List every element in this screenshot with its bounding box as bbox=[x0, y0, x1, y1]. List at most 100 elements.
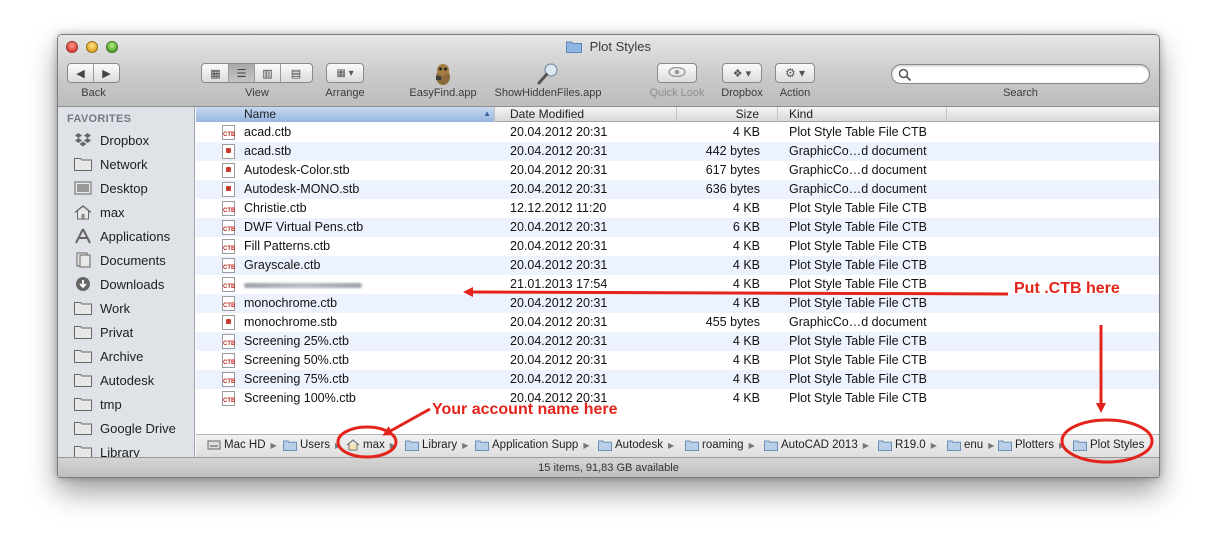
file-row[interactable]: CTB Screening 75%.ctb 20.04.2012 20:31 4 KB… bbox=[196, 370, 1159, 389]
coverflow-view-icon[interactable]: ▤ bbox=[281, 64, 311, 82]
file-row[interactable]: acad.stb 20.04.2012 20:31 442 bytes Graphic… bbox=[196, 142, 1159, 161]
file-size: 4 KB bbox=[732, 391, 760, 405]
sidebar-item-archive[interactable]: Archive bbox=[74, 344, 143, 368]
sidebar-item-dropbox[interactable]: Dropbox bbox=[74, 128, 149, 152]
file-row[interactable]: CTB Fill Patterns.ctb 20.04.2012 20:31 4 KB… bbox=[196, 237, 1159, 256]
sidebar-item-privat[interactable]: Privat bbox=[74, 320, 133, 344]
icon-view-icon[interactable]: ▦ bbox=[203, 64, 229, 82]
path-item-application-supp[interactable]: Application Supp ▶ bbox=[475, 439, 589, 451]
folder-icon bbox=[74, 444, 92, 458]
folder-icon bbox=[74, 324, 92, 340]
file-row[interactable]: CTB Screening 100%.ctb 20.04.2012 20:31 4 K… bbox=[196, 389, 1159, 408]
file-row[interactable]: Autodesk-MONO.stb 20.04.2012 20:31 636 byt… bbox=[196, 180, 1159, 199]
quick-look-button[interactable] bbox=[657, 63, 697, 83]
file-date: 20.04.2012 20:31 bbox=[510, 220, 608, 234]
file-date: 20.04.2012 20:31 bbox=[510, 315, 608, 329]
ctb-file-icon: CTB bbox=[222, 353, 235, 368]
applications-icon bbox=[74, 228, 92, 244]
column-date-header[interactable]: Date Modified bbox=[495, 107, 677, 122]
file-name: acad.ctb bbox=[244, 125, 292, 139]
sidebar-item-work[interactable]: Work bbox=[74, 296, 130, 320]
file-date: 20.04.2012 20:31 bbox=[510, 372, 608, 386]
file-name: Screening 75%.ctb bbox=[244, 372, 349, 386]
file-row[interactable]: CTB Christie.ctb 12.12.2012 11:20 4 KB Plot … bbox=[196, 199, 1159, 218]
path-bar: Mac HD ▶ Users ▶ max ▶ Library ▶ Application Sup… bbox=[196, 434, 1159, 457]
file-row[interactable]: CTB Screening 50%.ctb 20.04.2012 20:31 4 KB… bbox=[196, 351, 1159, 370]
file-row[interactable]: CTB acad.ctb 20.04.2012 20:31 4 KB Plot Styl… bbox=[196, 123, 1159, 142]
search-icon bbox=[898, 68, 912, 82]
sidebar-item-label: Applications bbox=[100, 228, 171, 244]
file-row[interactable]: Autodesk-Color.stb 20.04.2012 20:31 617 by… bbox=[196, 161, 1159, 180]
easyfind-app-icon[interactable] bbox=[431, 62, 455, 86]
folder-icon bbox=[598, 439, 612, 451]
status-text: 15 items, 91,83 GB available bbox=[538, 462, 679, 474]
file-kind: Plot Style Table File CTB bbox=[789, 201, 928, 215]
path-item-plotters[interactable]: Plotters ▶ bbox=[998, 439, 1065, 451]
file-icon-label: CTB bbox=[223, 208, 236, 214]
path-item-max[interactable]: max ▶ bbox=[346, 439, 396, 451]
file-rows: CTB acad.ctb 20.04.2012 20:31 4 KB Plot Styl… bbox=[196, 123, 1159, 408]
path-item-plot-styles[interactable]: Plot Styles bbox=[1073, 439, 1144, 451]
sidebar-item-autodesk[interactable]: Autodesk bbox=[74, 368, 154, 392]
file-row[interactable]: CTB DWF Virtual Pens.ctb 20.04.2012 20:31 6… bbox=[196, 218, 1159, 237]
dropbox-button[interactable]: ❖ ▾ bbox=[722, 63, 762, 83]
file-row[interactable]: CTB Grayscale.ctb 20.04.2012 20:31 4 KB Plot… bbox=[196, 256, 1159, 275]
sidebar-item-library[interactable]: Library bbox=[74, 440, 140, 458]
view-selector: ▦ ☰ ▥ ▤ bbox=[201, 63, 313, 83]
forward-arrow-icon[interactable]: ▶ bbox=[94, 64, 119, 82]
sidebar-item-desktop[interactable]: Desktop bbox=[74, 176, 148, 200]
column-date-label: Date Modified bbox=[510, 107, 585, 121]
file-date: 20.04.2012 20:31 bbox=[510, 163, 608, 177]
list-view-icon[interactable]: ☰ bbox=[229, 64, 255, 82]
path-item-autodesk[interactable]: Autodesk ▶ bbox=[598, 439, 674, 451]
arrange-label: Arrange bbox=[325, 87, 365, 99]
path-item-users[interactable]: Users ▶ bbox=[283, 439, 341, 451]
path-item-mac-hd[interactable]: Mac HD ▶ bbox=[207, 439, 277, 451]
arrange-button[interactable]: ▦ ▾ bbox=[326, 63, 364, 83]
sidebar: FAVORITES Dropbox Network Desktop max Applic… bbox=[58, 107, 195, 458]
file-size: 4 KB bbox=[732, 353, 760, 367]
window-title: Plot Styles bbox=[58, 39, 1159, 56]
path-item-enu[interactable]: enu ▶ bbox=[947, 439, 994, 451]
sidebar-item-label: Google Drive bbox=[100, 420, 176, 436]
column-name-header[interactable]: Name ▲ bbox=[196, 107, 495, 122]
search-label: Search bbox=[1003, 87, 1038, 99]
search-field[interactable] bbox=[891, 64, 1150, 84]
sidebar-item-network[interactable]: Network bbox=[74, 152, 148, 176]
file-row[interactable]: monochrome.stb 20.04.2012 20:31 455 bytes G… bbox=[196, 313, 1159, 332]
file-kind: Plot Style Table File CTB bbox=[789, 277, 928, 291]
path-separator-icon: ▶ bbox=[667, 440, 675, 450]
sidebar-item-google-drive[interactable]: Google Drive bbox=[74, 416, 176, 440]
sidebar-item-documents[interactable]: Documents bbox=[74, 248, 166, 272]
path-item-roaming[interactable]: roaming ▶ bbox=[685, 439, 755, 451]
file-date: 20.04.2012 20:31 bbox=[510, 182, 608, 196]
gear-icon: ⚙ ▾ bbox=[784, 66, 806, 80]
path-item-r19-0[interactable]: R19.0 ▶ bbox=[878, 439, 937, 451]
path-separator-icon: ▶ bbox=[270, 440, 277, 450]
column-kind-header[interactable]: Kind bbox=[778, 107, 947, 122]
path-item-library[interactable]: Library ▶ bbox=[405, 439, 468, 451]
file-name: Autodesk-MONO.stb bbox=[244, 182, 360, 196]
showhiddenfiles-app-icon[interactable] bbox=[536, 62, 560, 86]
sidebar-item-max[interactable]: max bbox=[74, 200, 125, 224]
dropbox-icon: ❖ ▾ bbox=[732, 67, 752, 80]
sidebar-item-tmp[interactable]: tmp bbox=[74, 392, 122, 416]
action-label: Action bbox=[779, 87, 811, 99]
file-row[interactable]: CTB Screening 25%.ctb 20.04.2012 20:31 4 KB… bbox=[196, 332, 1159, 351]
action-button[interactable]: ⚙ ▾ bbox=[775, 63, 815, 83]
column-header: Name ▲ Date Modified Size Kind bbox=[196, 107, 1159, 122]
file-size: 4 KB bbox=[732, 296, 760, 310]
path-item-autocad-2013[interactable]: AutoCAD 2013 ▶ bbox=[764, 439, 869, 451]
sidebar-item-label: Network bbox=[100, 156, 148, 172]
file-icon-label: CTB bbox=[223, 284, 236, 290]
column-size-label: Size bbox=[735, 107, 759, 121]
column-view-icon[interactable]: ▥ bbox=[255, 64, 281, 82]
path-item-label: AutoCAD 2013 bbox=[781, 439, 858, 451]
sidebar-item-downloads[interactable]: Downloads bbox=[74, 272, 164, 296]
ctb-file-icon: CTB bbox=[222, 277, 235, 292]
back-arrow-icon[interactable]: ◀ bbox=[68, 64, 94, 82]
path-separator-icon: ▶ bbox=[748, 440, 755, 450]
downloads-icon bbox=[74, 276, 92, 292]
column-size-header[interactable]: Size bbox=[677, 107, 778, 122]
sidebar-item-applications[interactable]: Applications bbox=[74, 224, 170, 248]
